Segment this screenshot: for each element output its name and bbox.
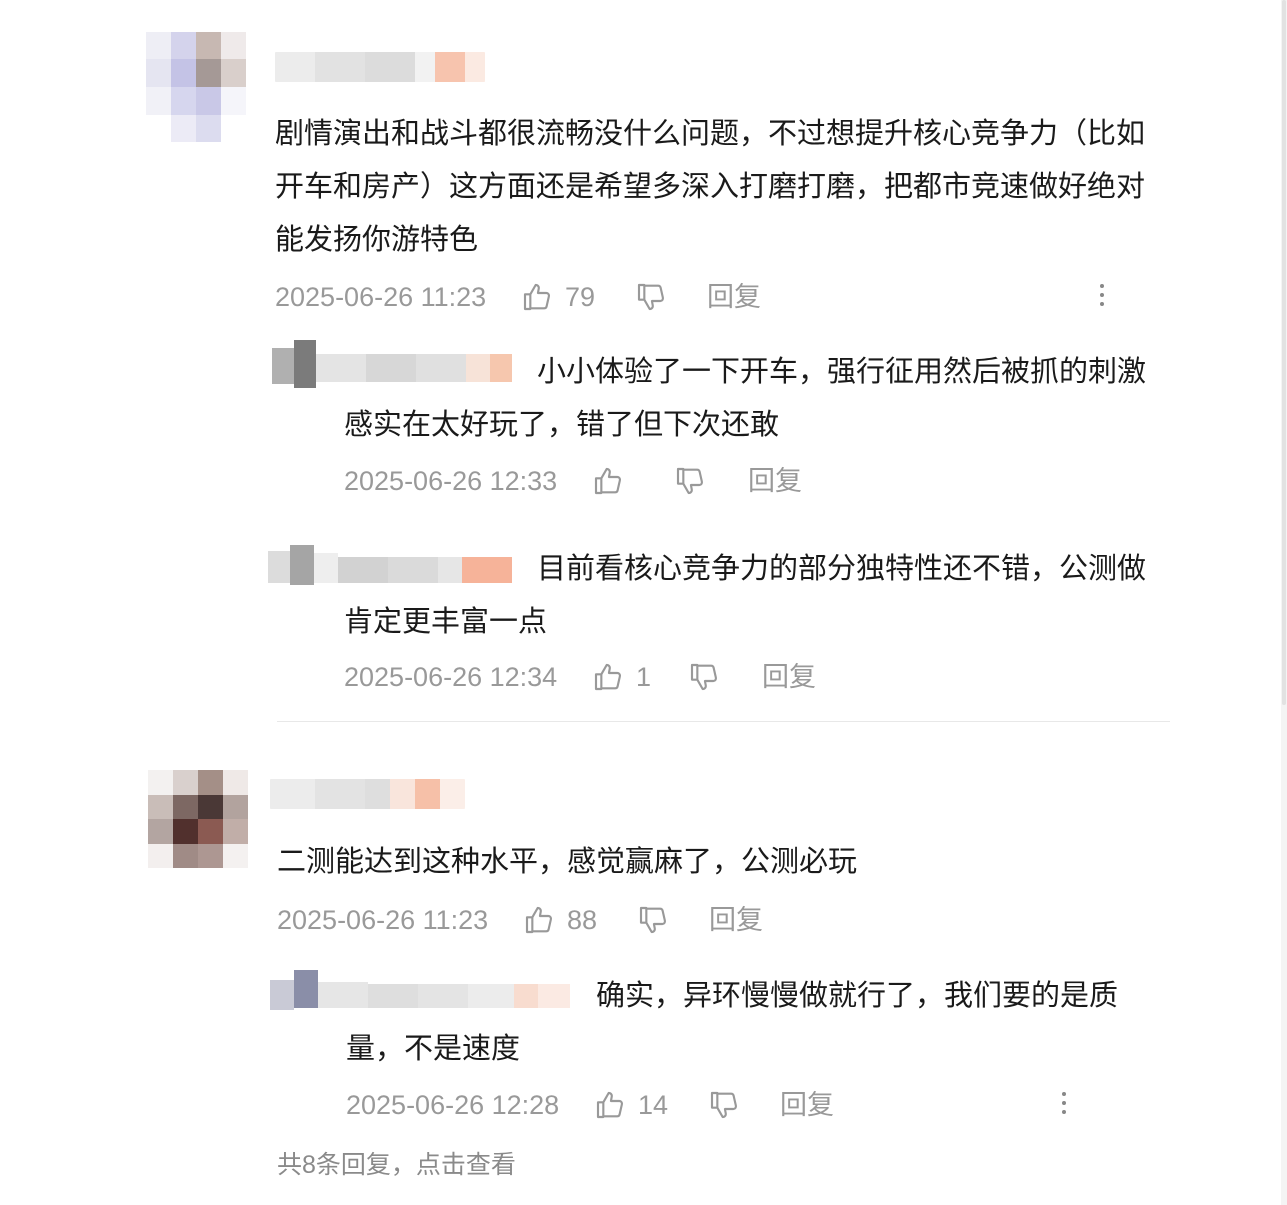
reply-button[interactable]: 回复 bbox=[748, 461, 802, 501]
more-vertical-icon[interactable] bbox=[1092, 281, 1112, 313]
like-count: 1 bbox=[636, 662, 652, 692]
timestamp: 2025-06-26 11:23 bbox=[275, 282, 487, 312]
timestamp: 2025-06-26 12:33 bbox=[344, 466, 558, 496]
avatar[interactable] bbox=[146, 32, 246, 142]
thumbs-up-icon[interactable] bbox=[592, 661, 624, 693]
thumbs-up-icon[interactable] bbox=[523, 904, 555, 936]
reply-button[interactable]: 回复 bbox=[780, 1085, 834, 1125]
reply-meta: 2025-06-26 12:34 1 回复 bbox=[344, 657, 844, 697]
thumbs-down-icon[interactable] bbox=[674, 465, 706, 497]
view-all-replies-link[interactable]: 共8条回复，点击查看 bbox=[277, 1146, 516, 1184]
comment-text: 二测能达到这种水平，感觉赢麻了，公测必玩 bbox=[277, 846, 858, 878]
avatar[interactable] bbox=[148, 770, 248, 880]
comment-text: 剧情演出和战斗都很流畅没什么问题，不过想提升核心竞争力（比如开车和房产）这方面还… bbox=[275, 118, 1146, 256]
scrollbar-thumb[interactable] bbox=[1282, 0, 1286, 705]
like-count: 14 bbox=[638, 1090, 669, 1120]
reply-meta: 2025-06-26 12:33 回复 bbox=[344, 461, 844, 501]
timestamp: 2025-06-26 11:23 bbox=[277, 905, 489, 935]
like-count: 79 bbox=[565, 282, 596, 312]
reply-text: 小小体验了一下开车，强行征用然后被抓的刺激感实在太好玩了，错了但下次还敢 bbox=[344, 356, 1147, 441]
username-blurred[interactable] bbox=[275, 48, 485, 86]
reply-button[interactable]: 回复 bbox=[762, 657, 816, 697]
username-blurred[interactable] bbox=[270, 775, 465, 813]
comment-meta: 2025-06-26 11:23 79 回复 bbox=[275, 277, 1115, 317]
thumbs-up-icon[interactable] bbox=[521, 281, 553, 313]
scrollbar[interactable] bbox=[1281, 0, 1287, 1205]
thumbs-down-icon[interactable] bbox=[637, 904, 669, 936]
thumbs-up-icon[interactable] bbox=[592, 465, 624, 497]
reply-text: 确实，异环慢慢做就行了，我们要的是质量，不是速度 bbox=[346, 980, 1119, 1065]
comment-meta: 2025-06-26 11:23 88 回复 bbox=[277, 900, 877, 940]
thumbs-down-icon[interactable] bbox=[635, 281, 667, 313]
timestamp: 2025-06-26 12:28 bbox=[346, 1090, 560, 1120]
reply-button[interactable]: 回复 bbox=[709, 900, 763, 940]
reply-button[interactable]: 回复 bbox=[707, 277, 761, 317]
timestamp: 2025-06-26 12:34 bbox=[344, 662, 558, 692]
reply-text: 目前看核心竞争力的部分独特性还不错，公测做肯定更丰富一点 bbox=[344, 553, 1147, 638]
thumbs-down-icon[interactable] bbox=[688, 661, 720, 693]
reply-meta: 2025-06-26 12:28 14 回复 bbox=[346, 1085, 1086, 1125]
divider bbox=[277, 721, 1170, 722]
thumbs-up-icon[interactable] bbox=[594, 1089, 626, 1121]
like-count: 88 bbox=[567, 905, 598, 935]
thumbs-down-icon[interactable] bbox=[708, 1089, 740, 1121]
more-vertical-icon[interactable] bbox=[1054, 1089, 1074, 1121]
